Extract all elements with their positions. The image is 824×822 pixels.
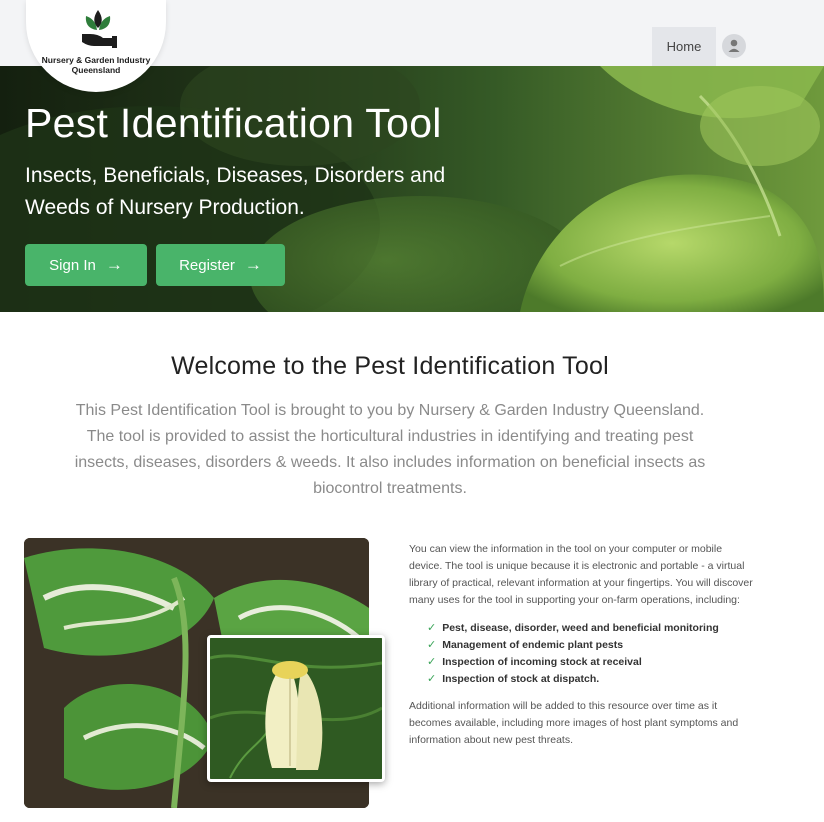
- list-item-text: Inspection of incoming stock at receival: [442, 656, 642, 668]
- info-outro: Additional information will be added to …: [409, 700, 739, 746]
- check-icon: ✓: [427, 622, 437, 634]
- list-item-text: Inspection of stock at dispatch.: [442, 673, 600, 685]
- register-label: Register: [179, 257, 235, 274]
- list-item: ✓ Inspection of stock at dispatch.: [427, 671, 754, 688]
- insect-photo: [207, 635, 385, 782]
- user-icon[interactable]: [722, 34, 746, 58]
- feature-checklist: ✓ Pest, disease, disorder, weed and benef…: [427, 620, 754, 688]
- list-item: ✓ Inspection of incoming stock at receiva…: [427, 654, 754, 671]
- logo-text-line2: Queensland: [71, 65, 121, 75]
- welcome-title: Welcome to the Pest Identification Tool: [171, 352, 609, 380]
- arrow-right-icon: →: [244, 255, 262, 274]
- logo-text-line1: Nursery & Garden Industry: [41, 55, 151, 65]
- check-icon: ✓: [427, 639, 437, 651]
- arrow-right-icon: →: [105, 255, 123, 274]
- list-item-text: Pest, disease, disorder, weed and benefi…: [442, 622, 719, 634]
- sign-in-label: Sign In: [49, 257, 96, 274]
- leaf-hand-logo-icon: [82, 10, 117, 48]
- hero-subtitle: Insects, Beneficials, Diseases, Disorder…: [25, 164, 446, 219]
- hero-title: Pest Identification Tool: [25, 100, 442, 146]
- list-item-text: Management of endemic plant pests: [442, 639, 624, 651]
- hero-banner: Pest Identification Tool Insects, Benefi…: [0, 66, 824, 312]
- info-intro: You can view the information in the tool…: [409, 543, 753, 606]
- info-panel: You can view the information in the tool…: [409, 541, 754, 749]
- list-item: ✓ Management of endemic plant pests: [427, 637, 754, 654]
- check-icon: ✓: [427, 673, 437, 685]
- list-item: ✓ Pest, disease, disorder, weed and benef…: [427, 620, 754, 637]
- sign-in-button[interactable]: Sign In →: [25, 244, 147, 286]
- nav-home-link[interactable]: Home: [652, 27, 716, 67]
- check-icon: ✓: [427, 656, 437, 668]
- register-button[interactable]: Register →: [156, 244, 285, 286]
- logo-text: Nursery & Garden Industry Queensland: [26, 55, 166, 75]
- welcome-text: This Pest Identification Tool is brought…: [74, 402, 706, 497]
